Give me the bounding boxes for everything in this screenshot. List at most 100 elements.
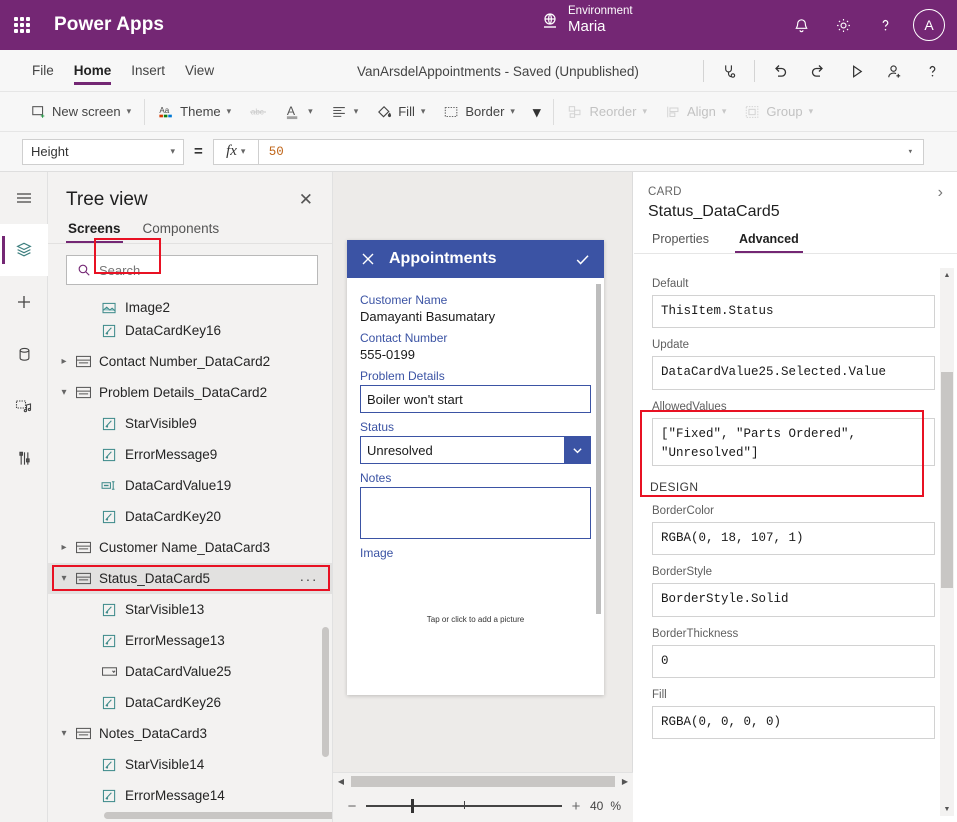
- zoom-out-icon[interactable]: −: [345, 798, 359, 815]
- fill-button[interactable]: Fill ▾: [367, 96, 434, 128]
- advanced-tools-icon[interactable]: [0, 432, 48, 484]
- help-icon[interactable]: [913, 52, 951, 90]
- app-preview-scrollbar[interactable]: [596, 284, 601, 614]
- formula-input[interactable]: 50 ▾: [259, 139, 924, 165]
- menu-item-file[interactable]: File: [22, 50, 64, 92]
- field-label-notes: Notes: [360, 471, 591, 485]
- fx-button[interactable]: fx ▾: [213, 139, 259, 165]
- tree-item-status-datacard5[interactable]: ▾Status_DataCard5···: [48, 563, 332, 594]
- tree-item-datacardvalue19[interactable]: DataCardValue19: [48, 470, 332, 501]
- tree-view-list[interactable]: Image2DataCardKey16▸Contact Number_DataC…: [48, 291, 332, 803]
- chevron-right-icon[interactable]: ▸: [56, 542, 72, 553]
- image-placeholder-text[interactable]: Tap or click to add a picture: [360, 615, 591, 624]
- menu-item-home[interactable]: Home: [64, 50, 122, 92]
- tree-item-datacardkey20[interactable]: DataCardKey20: [48, 501, 332, 532]
- property-value-borderstyle[interactable]: BorderStyle.Solid: [652, 583, 935, 616]
- canvas-horizontal-scrollbar[interactable]: ◀ ▶: [333, 772, 633, 790]
- chevron-down-icon[interactable]: ▾: [56, 387, 72, 398]
- scroll-thumb[interactable]: [351, 776, 615, 787]
- avatar[interactable]: A: [913, 9, 945, 41]
- tree-item-errormessage9[interactable]: ErrorMessage9: [48, 439, 332, 470]
- tree-item-more-options-icon[interactable]: ···: [300, 571, 319, 587]
- chevron-down-icon: ▾: [227, 106, 232, 117]
- close-x-icon[interactable]: [360, 251, 376, 267]
- scroll-down-icon[interactable]: ▼: [940, 802, 954, 816]
- search-icon: [77, 263, 91, 277]
- property-value-borderthickness[interactable]: 0: [652, 645, 935, 678]
- environment-selector[interactable]: Environment Maria: [540, 4, 633, 37]
- theme-button[interactable]: Aa Theme ▾: [149, 96, 240, 128]
- redo-icon[interactable]: [799, 52, 837, 90]
- app-launcher-icon[interactable]: [0, 0, 44, 50]
- tree-item-problem-details-datacard2[interactable]: ▾Problem Details_DataCard2: [48, 377, 332, 408]
- tab-properties[interactable]: Properties: [648, 229, 713, 253]
- chevron-down-icon[interactable]: ▾: [56, 728, 72, 739]
- brand-title[interactable]: Power Apps: [54, 14, 164, 36]
- tree-item-starvisible13[interactable]: StarVisible13: [48, 594, 332, 625]
- tab-components[interactable]: Components: [141, 217, 222, 243]
- zoom-slider[interactable]: [366, 799, 562, 813]
- field-dropdown-status[interactable]: Unresolved: [360, 436, 591, 464]
- formula-bar: Height ▾ = fx ▾ 50 ▾: [0, 132, 957, 172]
- search-input[interactable]: Search: [66, 255, 318, 285]
- app-preview-screen[interactable]: Appointments Customer Name Damayanti Bas…: [347, 240, 604, 695]
- checkmark-icon[interactable]: [574, 251, 591, 268]
- property-value-fill[interactable]: RGBA(0, 0, 0, 0): [652, 706, 935, 739]
- tree-item-contact-number-datacard2[interactable]: ▸Contact Number_DataCard2: [48, 346, 332, 377]
- tree-item-datacardkey16[interactable]: DataCardKey16: [48, 315, 332, 346]
- bell-icon[interactable]: [781, 5, 821, 45]
- data-database-icon[interactable]: [0, 328, 48, 380]
- tree-item-label: Customer Name_DataCard3: [99, 540, 270, 555]
- tab-screens[interactable]: Screens: [66, 217, 123, 243]
- chevron-right-icon[interactable]: ▸: [56, 356, 72, 367]
- zoom-in-icon[interactable]: +: [569, 798, 583, 815]
- menu-item-insert[interactable]: Insert: [121, 50, 175, 92]
- property-selector[interactable]: Height ▾: [22, 139, 184, 165]
- more-options-button[interactable]: ▾: [524, 96, 550, 128]
- tree-item-starvisible14[interactable]: StarVisible14: [48, 749, 332, 780]
- property-value-allowedvalues[interactable]: ["Fixed", "Parts Ordered", "Unresolved"]: [652, 418, 935, 466]
- tab-advanced[interactable]: Advanced: [735, 229, 803, 253]
- tree-item-image2[interactable]: Image2: [48, 293, 332, 315]
- tree-item-errormessage13[interactable]: ErrorMessage13: [48, 625, 332, 656]
- tree-item-errormessage14[interactable]: ErrorMessage14: [48, 780, 332, 803]
- field-textarea-notes[interactable]: [360, 487, 591, 539]
- question-icon[interactable]: [865, 5, 905, 45]
- preview-play-icon[interactable]: [837, 52, 875, 90]
- new-screen-button[interactable]: New screen ▾: [22, 96, 140, 128]
- tree-item-starvisible9[interactable]: StarVisible9: [48, 408, 332, 439]
- chevron-down-icon[interactable]: ▾: [56, 573, 72, 584]
- hamburger-menu-icon[interactable]: [0, 172, 48, 224]
- tree-item-customer-name-datacard3[interactable]: ▸ Customer Name_DataCard3: [48, 532, 332, 563]
- scroll-up-icon[interactable]: ▲: [940, 268, 954, 282]
- chevron-down-icon[interactable]: [564, 437, 590, 463]
- tree-item-notes-datacard3[interactable]: ▾Notes_DataCard3: [48, 718, 332, 749]
- border-button[interactable]: Border ▾: [434, 96, 524, 128]
- scroll-right-icon[interactable]: ▶: [617, 777, 633, 786]
- app-checker-icon[interactable]: [710, 52, 748, 90]
- field-input-problem-details[interactable]: Boiler won't start: [360, 385, 591, 413]
- zoom-slider-thumb[interactable]: [411, 799, 414, 813]
- field-label-contact-number: Contact Number: [360, 331, 591, 345]
- close-icon[interactable]: ✕: [294, 188, 318, 211]
- align-text-button[interactable]: ▾: [322, 96, 368, 128]
- tree-vertical-scrollbar[interactable]: [322, 627, 329, 757]
- property-value-default[interactable]: ThisItem.Status: [652, 295, 935, 328]
- tree-item-datacardvalue25[interactable]: DataCardValue25: [48, 656, 332, 687]
- gear-icon[interactable]: [823, 5, 863, 45]
- tree-view-layers-icon[interactable]: [0, 224, 48, 276]
- chevron-right-icon[interactable]: ›: [938, 184, 943, 202]
- insert-plus-icon[interactable]: [0, 276, 48, 328]
- property-value-update[interactable]: DataCardValue25.Selected.Value: [652, 356, 935, 389]
- menu-item-view[interactable]: View: [175, 50, 224, 92]
- font-color-button[interactable]: A ▾: [276, 96, 322, 128]
- tree-item-datacardkey26[interactable]: DataCardKey26: [48, 687, 332, 718]
- scroll-left-icon[interactable]: ◀: [333, 777, 349, 786]
- tree-horizontal-scrollbar[interactable]: [104, 812, 333, 819]
- undo-icon[interactable]: [761, 52, 799, 90]
- property-value-bordercolor[interactable]: RGBA(0, 18, 107, 1): [652, 522, 935, 555]
- properties-scrollbar[interactable]: ▲ ▼: [940, 268, 954, 816]
- media-icon[interactable]: [0, 380, 48, 432]
- scroll-thumb[interactable]: [941, 372, 953, 588]
- share-icon[interactable]: [875, 52, 913, 90]
